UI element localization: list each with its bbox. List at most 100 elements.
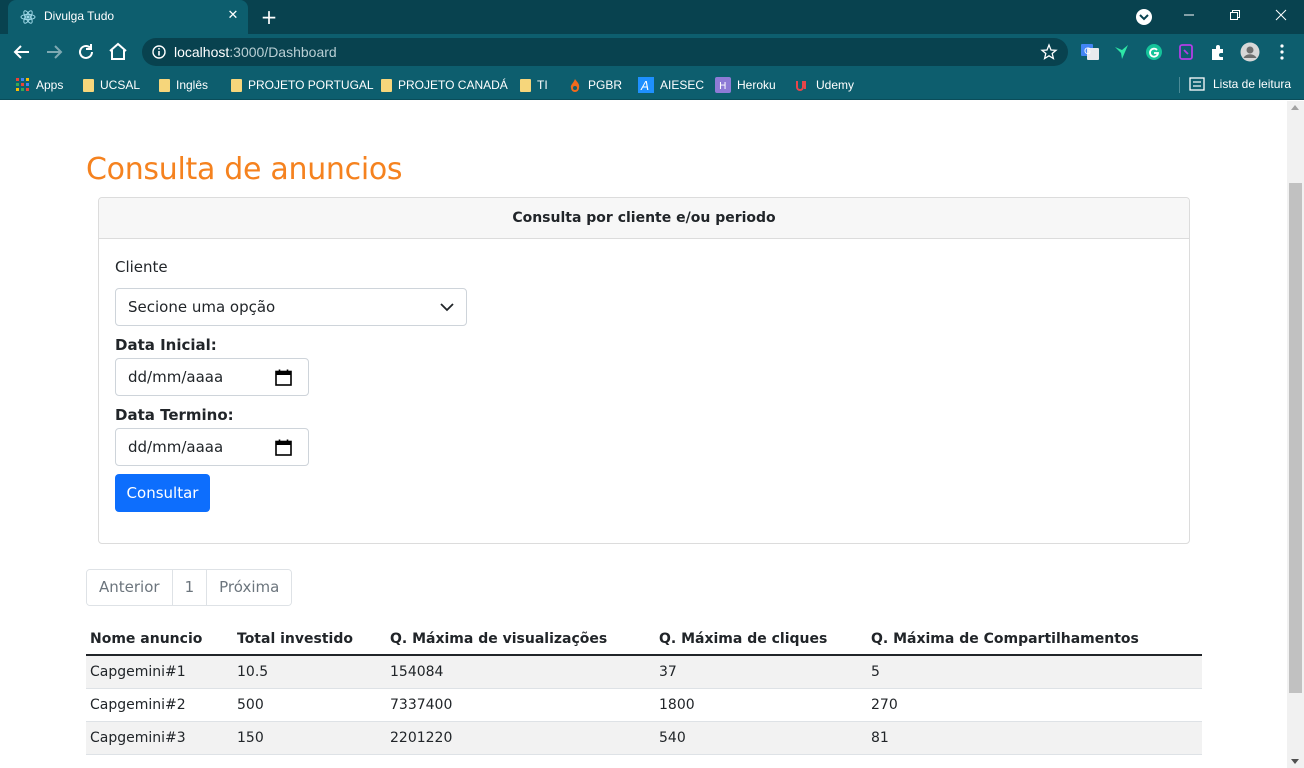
end-date-value: dd/mm/aaaa — [128, 438, 224, 456]
page-viewport: Consulta de anuncios Consulta por client… — [0, 101, 1287, 768]
cell-total: 500 — [233, 688, 386, 722]
calendar-icon[interactable] — [275, 369, 292, 386]
bookmark-projeto-canada[interactable]: PROJETO CANADÁ — [381, 77, 508, 93]
flame-icon — [570, 79, 580, 92]
bookmark-label: Udemy — [816, 78, 855, 92]
folder-icon — [231, 78, 242, 92]
page-scrollbar[interactable] — [1287, 101, 1304, 768]
start-date-value: dd/mm/aaaa — [128, 368, 224, 386]
bookmark-heroku[interactable]: H Heroku — [715, 77, 776, 93]
cell-cliques: 1800 — [655, 688, 867, 722]
bookmark-apps[interactable]: Apps — [16, 77, 63, 93]
col-header-compartilhamentos: Q. Máxima de Compartilhamentos — [867, 623, 1202, 656]
bookmark-pgbr[interactable]: PGBR — [568, 77, 622, 93]
bookmark-label: PROJETO CANADÁ — [398, 78, 508, 92]
bookmark-label: Heroku — [737, 78, 776, 92]
grammarly-icon[interactable] — [1144, 42, 1164, 62]
bookmark-label: AIESEC — [660, 78, 705, 92]
pagination-prev[interactable]: Anterior — [87, 570, 173, 605]
bookmark-projeto-portugal[interactable]: PROJETO PORTUGAL — [231, 77, 374, 93]
bookmark-label: TI — [537, 78, 548, 92]
back-icon[interactable] — [10, 40, 34, 64]
reading-list-icon — [1189, 77, 1205, 91]
start-date-input[interactable]: dd/mm/aaaa — [115, 358, 309, 396]
translate-extension-icon[interactable]: G — [1080, 42, 1100, 62]
cell-visualizacoes: 154084 — [386, 655, 655, 689]
profile-avatar-icon[interactable] — [1240, 42, 1260, 62]
cell-visualizacoes: 7337400 — [386, 688, 655, 722]
tab-title: Divulga Tudo — [44, 9, 115, 23]
folder-icon — [159, 78, 170, 92]
bookmarks-divider — [1179, 77, 1180, 93]
tab-strip: Divulga Tudo ✕ + — [0, 0, 1304, 34]
minimize-icon[interactable] — [1166, 0, 1212, 30]
folder-icon — [520, 78, 531, 92]
cell-cliques: 540 — [655, 721, 867, 755]
col-header-visualizacoes: Q. Máxima de visualizações — [386, 623, 655, 656]
folder-icon — [83, 78, 94, 92]
cell-visualizacoes: 2201220 — [386, 721, 655, 755]
bookmark-aiesec[interactable]: A AIESEC — [638, 77, 704, 93]
ads-table: Nome anuncio Total investido Q. Máxima d… — [86, 623, 1202, 755]
filter-card: Consulta por cliente e/ou periodo Client… — [98, 197, 1190, 544]
react-logo-icon — [20, 10, 36, 24]
scroll-down-icon[interactable] — [1291, 759, 1299, 764]
cell-compartilhamentos: 81 — [867, 721, 1202, 755]
bookmark-ingles[interactable]: Inglês — [159, 77, 208, 93]
end-date-input[interactable]: dd/mm/aaaa — [115, 428, 309, 466]
address-bar[interactable]: localhost:3000/Dashboard — [142, 38, 1068, 66]
close-tab-icon[interactable]: ✕ — [224, 7, 242, 25]
scrollbar-thumb[interactable] — [1289, 183, 1302, 693]
reload-icon[interactable] — [74, 40, 98, 64]
table-row: Capgemini#2 500 7337400 1800 270 — [86, 688, 1202, 722]
chevron-down-icon — [440, 303, 454, 312]
pagination-next[interactable]: Próxima — [207, 570, 292, 605]
calendar-icon[interactable] — [275, 439, 292, 456]
reading-list-label: Lista de leitura — [1213, 77, 1292, 91]
col-header-total: Total investido — [233, 623, 386, 656]
reading-list-button[interactable]: Lista de leitura — [1189, 77, 1291, 91]
hummingbird-extension-icon[interactable] — [1112, 42, 1132, 62]
consultar-button[interactable]: Consultar — [115, 474, 210, 512]
client-select-value: Secione uma opção — [128, 298, 276, 316]
cell-compartilhamentos: 270 — [867, 688, 1202, 722]
browser-menu-icon[interactable] — [1272, 42, 1292, 62]
tab-search-icon[interactable] — [1135, 8, 1153, 26]
cell-compartilhamentos: 5 — [867, 655, 1202, 689]
home-icon[interactable] — [106, 40, 130, 64]
aiesec-icon: A — [638, 77, 654, 93]
start-date-label: Data Inicial: — [115, 336, 217, 354]
bookmark-label: Apps — [36, 78, 64, 92]
forward-icon[interactable] — [42, 40, 66, 64]
cell-total: 10.5 — [233, 655, 386, 689]
bookmark-label: PROJETO PORTUGAL — [248, 78, 374, 92]
udemy-icon — [796, 81, 806, 91]
client-select[interactable]: Secione uma opção — [115, 288, 467, 326]
extensions-puzzle-icon[interactable] — [1208, 42, 1228, 62]
restore-icon[interactable] — [1212, 0, 1258, 30]
bookmark-label: Inglês — [176, 78, 209, 92]
cell-cliques: 37 — [655, 655, 867, 689]
col-header-nome: Nome anuncio — [86, 623, 233, 656]
new-tab-icon[interactable]: + — [258, 6, 280, 28]
notes-extension-icon[interactable] — [1176, 42, 1196, 62]
pagination-page-1[interactable]: 1 — [172, 570, 208, 605]
bookmark-udemy[interactable]: Udemy — [794, 77, 854, 93]
site-info-icon[interactable] — [152, 45, 166, 59]
scroll-up-icon[interactable] — [1291, 105, 1299, 110]
close-window-icon[interactable] — [1258, 0, 1304, 30]
bookmark-star-icon[interactable] — [1040, 43, 1058, 61]
client-label: Cliente — [115, 258, 168, 276]
bookmarks-bar: Apps UCSAL Inglês PROJETO PORTUGAL PROJE… — [0, 70, 1304, 100]
bookmark-ucsal[interactable]: UCSAL — [83, 77, 140, 93]
bookmark-label: PGBR — [588, 78, 623, 92]
bookmark-label: UCSAL — [100, 78, 141, 92]
end-date-label: Data Termino: — [115, 406, 234, 424]
bookmark-ti[interactable]: TI — [520, 77, 548, 93]
table-row: Capgemini#3 150 2201220 540 81 — [86, 721, 1202, 755]
browser-tab[interactable]: Divulga Tudo ✕ — [8, 0, 248, 34]
browser-toolbar: localhost:3000/Dashboard G — [0, 34, 1304, 70]
cell-total: 150 — [233, 721, 386, 755]
table-row: Capgemini#1 10.5 154084 37 5 — [86, 655, 1202, 689]
table-header-row: Nome anuncio Total investido Q. Máxima d… — [86, 623, 1202, 656]
